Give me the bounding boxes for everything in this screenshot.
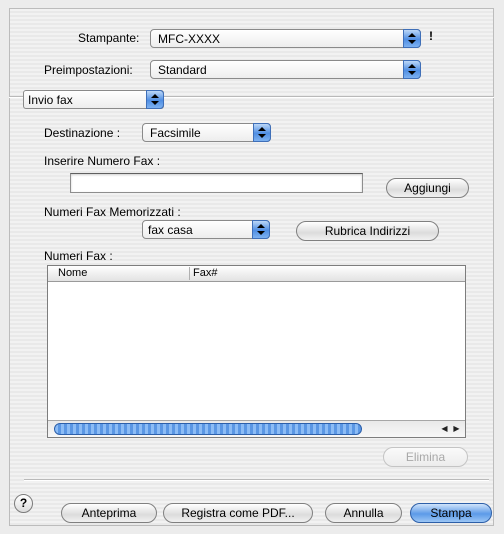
destination-label: Destinazione : [44, 126, 121, 140]
stored-fax-label: Numeri Fax Memorizzati : [44, 205, 181, 219]
popup-arrows-icon [403, 29, 421, 48]
destination-popup[interactable]: Facsimile [142, 123, 271, 142]
presets-value: Standard [158, 63, 207, 77]
fax-list-label: Numeri Fax : [44, 249, 113, 263]
popup-arrows-icon [253, 123, 271, 142]
warning-icon: ! [429, 29, 433, 43]
popup-arrows-icon [403, 60, 421, 79]
column-name-header[interactable]: Nome [58, 267, 87, 279]
panel-value: Invio fax [28, 93, 73, 107]
destination-value: Facsimile [150, 126, 201, 140]
printer-popup[interactable]: MFC-XXXX [150, 29, 421, 48]
presets-popup[interactable]: Standard [150, 60, 421, 79]
panel-popup[interactable]: Invio fax [23, 90, 164, 109]
help-button[interactable]: ? [14, 494, 33, 513]
print-button[interactable]: Stampa [410, 503, 492, 523]
add-button[interactable]: Aggiungi [386, 178, 469, 198]
fax-number-input[interactable] [70, 173, 363, 193]
cancel-button[interactable]: Annulla [325, 503, 402, 523]
printer-value: MFC-XXXX [158, 32, 221, 46]
presets-label: Preimpostazioni: [44, 63, 133, 77]
scroll-thumb[interactable] [54, 423, 362, 435]
delete-button[interactable]: Elimina [383, 447, 468, 467]
save-as-pdf-button[interactable]: Registra come PDF... [163, 503, 313, 523]
preview-button[interactable]: Anteprima [61, 503, 157, 523]
stored-fax-value: fax casa [148, 223, 193, 237]
popup-arrows-icon [146, 90, 164, 109]
column-fax-header[interactable]: Fax# [193, 267, 217, 279]
stored-fax-popup[interactable]: fax casa [142, 220, 270, 239]
printer-label: Stampante: [78, 31, 140, 45]
column-divider [189, 267, 190, 280]
fax-list-table[interactable]: Nome Fax# ◀ ▶ [47, 265, 466, 438]
horizontal-scrollbar[interactable]: ◀ ▶ [48, 420, 465, 437]
popup-arrows-icon [252, 220, 270, 239]
address-book-button[interactable]: Rubrica Indirizzi [296, 221, 439, 241]
fax-number-label: Inserire Numero Fax : [44, 154, 161, 168]
separator [24, 479, 489, 481]
table-header: Nome Fax# [48, 266, 465, 282]
scroll-right-icon[interactable]: ▶ [450, 423, 463, 434]
